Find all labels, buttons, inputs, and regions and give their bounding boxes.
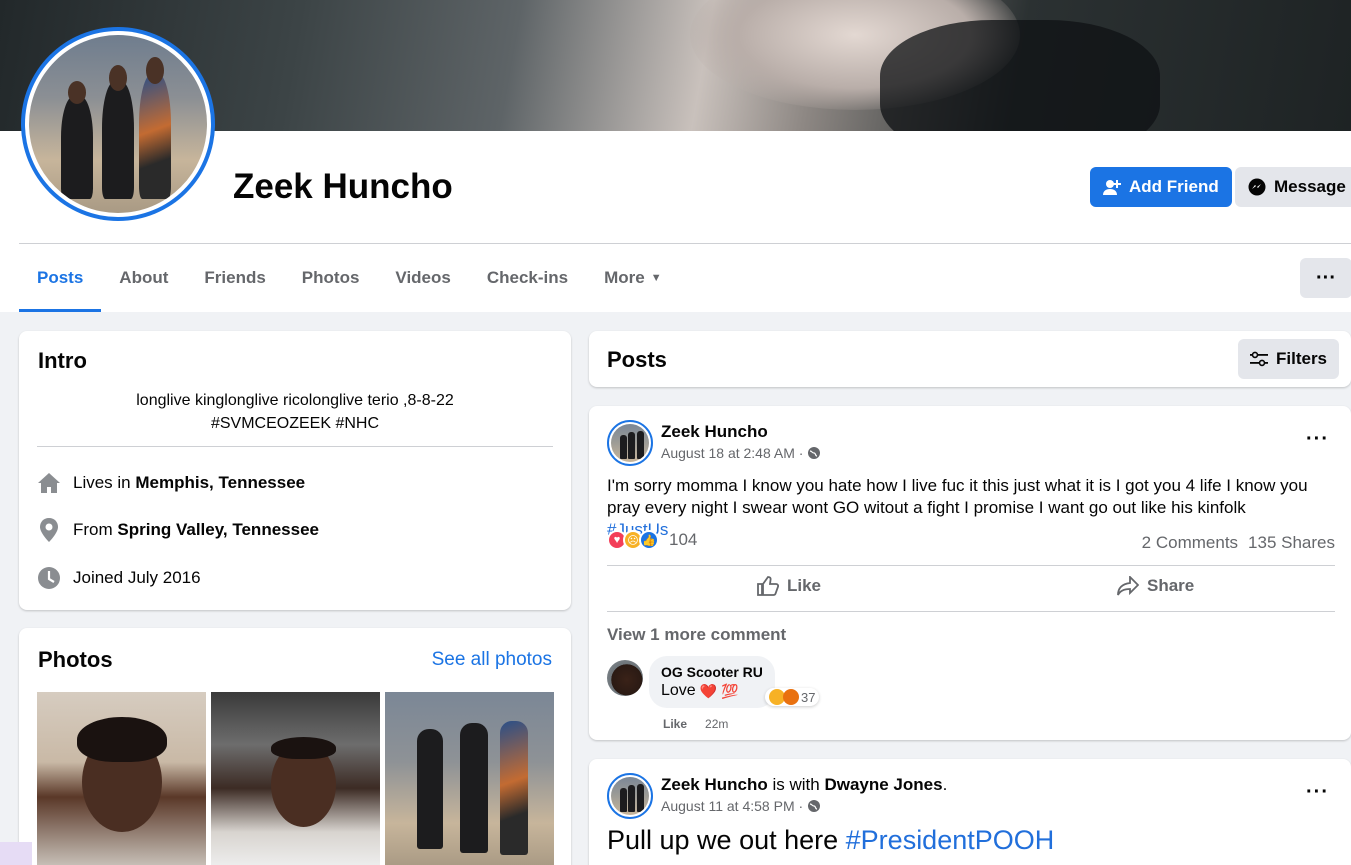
engagement-counts: 2 Comments 135 Shares — [1142, 533, 1335, 553]
post-card: Zeek Huncho is with Dwayne Jones. August… — [589, 759, 1351, 865]
profile-tabs: Posts About Friends Photos Videos Check-… — [19, 257, 680, 312]
profile-more-button[interactable]: ··· — [1300, 258, 1351, 298]
comments-count[interactable]: 2 Comments — [1142, 533, 1238, 553]
from-link[interactable]: Spring Valley, Tennessee — [117, 520, 319, 539]
post-meta: August 18 at 2:48 AM · — [661, 445, 821, 461]
post-card: Zeek Huncho August 18 at 2:48 AM · ··· I… — [589, 406, 1351, 740]
posts-header-card: Posts Filters — [589, 331, 1351, 387]
post-divider — [607, 611, 1335, 612]
post-author-line: Zeek Huncho is with Dwayne Jones. — [661, 775, 948, 794]
more-dots-icon: ··· — [1316, 266, 1336, 289]
comment-time[interactable]: 22m — [705, 717, 728, 731]
globe-icon — [807, 799, 821, 813]
home-icon — [37, 471, 61, 495]
comment-reactions[interactable]: 37 — [765, 688, 820, 706]
posts-title: Posts — [607, 347, 667, 372]
location-pin-icon — [37, 518, 61, 542]
heart-hundred-emoji: ❤️ 💯 — [699, 682, 739, 699]
comment-like-button[interactable]: Like — [663, 717, 687, 731]
post-date[interactable]: August 11 at 4:58 PM · — [661, 798, 803, 814]
commenter-name[interactable]: OG Scooter RU — [661, 664, 763, 680]
tab-about[interactable]: About — [101, 257, 186, 299]
tab-check-ins[interactable]: Check-ins — [469, 257, 586, 299]
like-button[interactable]: Like — [757, 576, 821, 596]
add-friend-icon — [1103, 179, 1121, 195]
see-all-photos-link[interactable]: See all photos — [432, 649, 552, 671]
post-divider — [607, 565, 1335, 566]
post-text: I'm sorry momma I know you hate how I li… — [607, 476, 1308, 539]
tab-posts[interactable]: Posts — [19, 257, 102, 312]
comment-text: Love ❤️ 💯 — [661, 682, 739, 699]
intro-lives-in: Lives in Memphis, Tennessee — [37, 471, 305, 495]
post-text: Pull up we out here #PresidentPOOH — [607, 825, 1055, 855]
filters-button[interactable]: Filters — [1238, 339, 1340, 379]
avatar-photo — [29, 35, 207, 213]
photo-thumbnail[interactable] — [385, 692, 554, 865]
commenter-avatar[interactable] — [607, 660, 643, 696]
photos-title: Photos — [38, 647, 113, 672]
intro-bio: longlive kinglonglive ricolonglive terio… — [136, 392, 454, 432]
post-options-button[interactable]: ··· — [1306, 781, 1329, 804]
add-friend-label: Add Friend — [1129, 177, 1219, 196]
more-dots-icon: ··· — [1306, 428, 1329, 450]
angry-reaction-icon — [783, 689, 799, 705]
like-reaction-icon: 👍 — [639, 530, 659, 550]
post-author-avatar[interactable] — [607, 420, 653, 466]
shares-count[interactable]: 135 Shares — [1248, 533, 1335, 553]
share-button[interactable]: Share — [1117, 576, 1194, 596]
cover-shadow-shape — [880, 20, 1160, 131]
globe-icon — [807, 446, 821, 460]
share-icon — [1117, 576, 1139, 596]
post-author-name[interactable]: Zeek Huncho — [661, 422, 768, 442]
more-dots-icon: ··· — [1306, 781, 1329, 803]
hashtag-link[interactable]: #PresidentPOOH — [846, 825, 1055, 855]
header-divider — [19, 243, 1351, 244]
profile-name: Zeek Huncho — [233, 167, 453, 206]
clock-icon — [37, 566, 61, 590]
intro-joined: Joined July 2016 — [37, 566, 201, 590]
intro-divider — [37, 446, 553, 447]
tab-friends[interactable]: Friends — [186, 257, 283, 299]
message-label: Message — [1274, 177, 1346, 196]
corner-overlay — [0, 842, 32, 865]
intro-card: Intro longlive kinglonglive ricolonglive… — [19, 331, 571, 610]
messenger-icon — [1248, 178, 1266, 196]
post-options-button[interactable]: ··· — [1306, 428, 1329, 451]
comment-bubble: OG Scooter RU Love ❤️ 💯 — [649, 656, 775, 708]
tab-videos[interactable]: Videos — [377, 257, 468, 299]
intro-title: Intro — [38, 348, 87, 373]
lives-in-link[interactable]: Memphis, Tennessee — [135, 473, 305, 492]
profile-avatar[interactable] — [21, 27, 215, 221]
tagged-person-link[interactable]: Dwayne Jones — [824, 775, 942, 794]
reaction-count: 104 — [669, 530, 698, 549]
filters-icon — [1250, 351, 1268, 367]
post-meta: August 11 at 4:58 PM · — [661, 798, 821, 814]
tab-photos[interactable]: Photos — [284, 257, 378, 299]
post-author-name[interactable]: Zeek Huncho — [661, 775, 768, 794]
view-more-comments-link[interactable]: View 1 more comment — [607, 625, 786, 645]
post-author-avatar[interactable] — [607, 773, 653, 819]
message-button[interactable]: Message — [1235, 167, 1351, 207]
reactions-summary[interactable]: ♥ ☹ 👍 104 — [607, 530, 697, 550]
add-friend-button[interactable]: Add Friend — [1090, 167, 1232, 207]
photo-thumbnail[interactable] — [211, 692, 380, 865]
caret-down-icon: ▼ — [650, 272, 662, 284]
photo-thumbnail[interactable] — [37, 692, 206, 865]
tab-more[interactable]: More ▼ — [586, 257, 680, 299]
photos-card: Photos See all photos — [19, 628, 571, 865]
like-icon — [757, 576, 779, 596]
comment-meta: Like 22m — [663, 717, 728, 731]
post-date[interactable]: August 18 at 2:48 AM · — [661, 445, 803, 461]
intro-from: From Spring Valley, Tennessee — [37, 518, 319, 542]
